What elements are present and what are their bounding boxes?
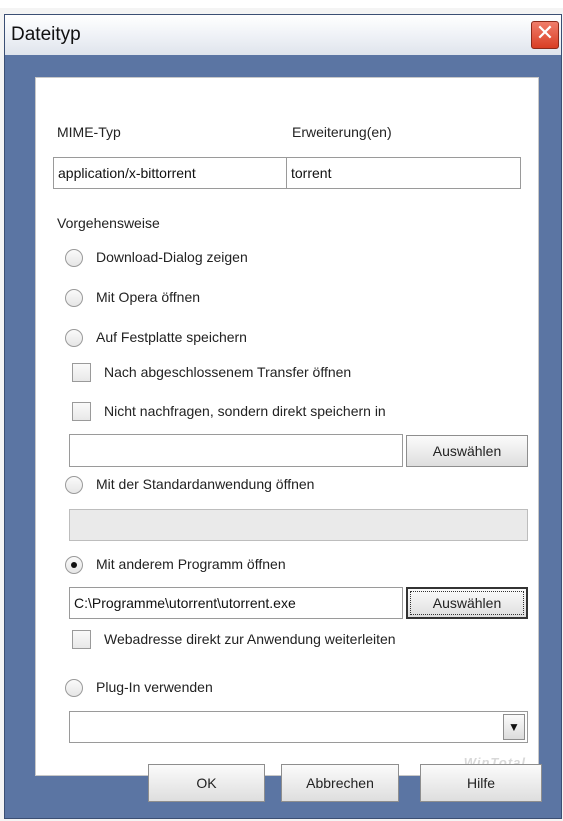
mime-type-label: MIME-Typ — [57, 124, 121, 140]
radio-download-dialog-label: Download-Dialog zeigen — [96, 249, 248, 265]
action-section-label: Vorgehensweise — [57, 215, 160, 231]
checkbox-open-after-transfer[interactable] — [72, 363, 91, 382]
close-icon[interactable]: ✕ — [531, 21, 559, 49]
checkbox-save-directly-label: Nicht nachfragen, sondern direkt speiche… — [104, 403, 386, 419]
extensions-label: Erweiterung(en) — [292, 124, 392, 140]
file-type-dialog: Dateityp ✕ MIME-Typ Erweiterung(en) appl… — [4, 14, 562, 819]
radio-open-with-opera-label: Mit Opera öffnen — [96, 289, 201, 305]
radio-other-program-label: Mit anderem Programm öffnen — [96, 556, 286, 572]
radio-download-dialog[interactable] — [65, 249, 83, 267]
focus-ring — [410, 591, 524, 615]
checkbox-pass-url-label: Webadresse direkt zur Anwendung weiterle… — [104, 631, 396, 647]
radio-default-application-label: Mit der Standardanwendung öffnen — [96, 476, 315, 492]
mime-type-field[interactable]: application/x-bittorrent — [53, 157, 287, 189]
default-application-field — [69, 509, 528, 541]
radio-save-to-disk-label: Auf Festplatte speichern — [96, 329, 247, 345]
dialog-title: Dateityp — [11, 24, 81, 45]
chevron-down-icon[interactable]: ▼ — [503, 714, 525, 740]
plugin-select[interactable]: ▼ — [69, 711, 528, 743]
radio-open-with-opera[interactable] — [65, 289, 83, 307]
radio-plugin[interactable] — [65, 679, 83, 697]
choose-save-path-button[interactable]: Auswählen — [406, 435, 528, 467]
cancel-button[interactable]: Abbrechen — [281, 764, 399, 802]
radio-default-application[interactable] — [65, 476, 83, 494]
radio-selected-dot — [71, 562, 77, 568]
radio-plugin-label: Plug-In verwenden — [96, 679, 213, 695]
ok-button[interactable]: OK — [148, 764, 265, 802]
help-button[interactable]: Hilfe — [420, 764, 542, 802]
desktop-top-strip — [0, 0, 563, 8]
extensions-field[interactable]: torrent — [286, 157, 521, 189]
checkbox-pass-url[interactable] — [72, 630, 91, 649]
checkbox-save-directly[interactable] — [72, 402, 91, 421]
checkbox-open-after-transfer-label: Nach abgeschlossenem Transfer öffnen — [104, 364, 352, 380]
program-path-input[interactable]: C:\Programme\utorrent\utorrent.exe — [69, 587, 403, 619]
radio-save-to-disk[interactable] — [65, 329, 83, 347]
save-path-input[interactable] — [69, 434, 403, 467]
settings-panel: MIME-Typ Erweiterung(en) application/x-b… — [35, 77, 539, 776]
choose-program-button[interactable]: Auswählen — [406, 587, 528, 619]
title-bar[interactable]: Dateityp ✕ — [5, 15, 561, 55]
radio-other-program[interactable] — [65, 556, 83, 574]
